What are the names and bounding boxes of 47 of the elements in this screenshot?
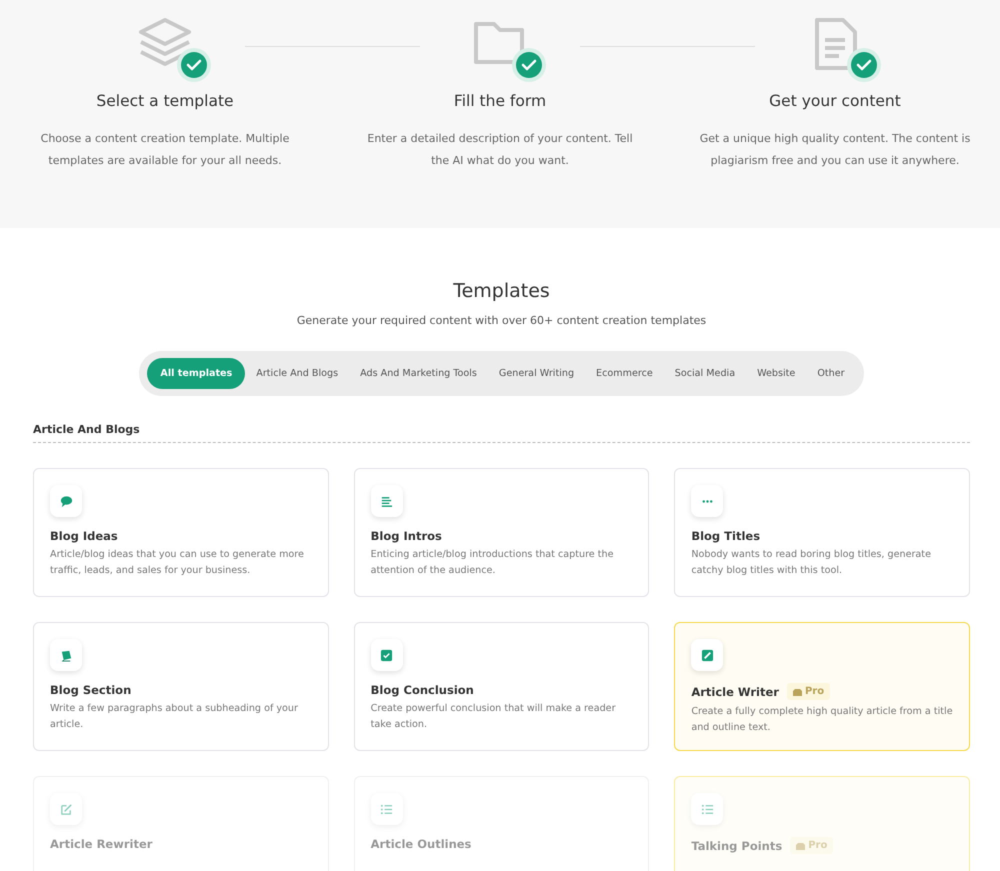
text-lines-icon [380, 494, 394, 508]
chat-bubble-icon [60, 494, 72, 508]
pencil-square-icon [700, 648, 714, 662]
category-tab[interactable]: Ecommerce [585, 358, 664, 389]
checkbox-icon [380, 648, 394, 662]
category-tab[interactable]: Ads And Marketing Tools [349, 358, 488, 389]
template-card[interactable]: Blog Intros Enticing article/blog introductions that capture the attention of the audience. [354, 468, 650, 597]
template-title: Blog Intros [370, 529, 442, 543]
step-description: Get a unique high quality content. The content is plagiarism free and you can use it anywhere. [698, 131, 972, 169]
edit-icon [60, 802, 72, 816]
template-description: Nobody wants to read boring blog titles, generate catchy blog titles with this tool. [691, 548, 932, 578]
step-title: Fill the form [454, 92, 546, 110]
template-title: Blog Titles [691, 529, 760, 543]
pro-badge: Pro [786, 683, 830, 700]
template-title: Blog Section [50, 683, 132, 697]
template-description: Write a few paragraphs about a subheading of your article. [50, 702, 299, 732]
template-description: Article/blog ideas that you can use to generate more traffic, leads, and sales for your business. [50, 548, 305, 578]
category-tab[interactable]: Article And Blogs [245, 358, 350, 389]
template-title: Article Rewriter [50, 837, 152, 851]
step-title: Get your content [769, 92, 901, 110]
step-description: Choose a content creation template. Multiple templates are available for your all needs. [40, 131, 290, 169]
template-title: Blog Ideas [50, 529, 118, 543]
template-title: Article Outlines [370, 837, 472, 851]
template-card[interactable]: Article Writer Pro Create a fully complete high quality article from a title and outline text. [674, 622, 970, 751]
pro-badge: Pro [790, 837, 834, 854]
category-heading: Article And Blogs [33, 423, 140, 436]
list-icon [380, 802, 394, 816]
template-title: Talking Points [691, 838, 782, 852]
template-title: Article Writer [691, 684, 779, 698]
template-card[interactable]: Blog Section Write a few paragraphs about a subheading of your article. [33, 622, 329, 751]
category-tab[interactable]: Social Media [664, 358, 746, 389]
category-tab[interactable]: General Writing [488, 358, 586, 389]
template-card[interactable]: Blog Conclusion Create powerful conclusion that will make a reader take action. [354, 622, 650, 751]
template-card[interactable]: Blog Ideas Article/blog ideas that you can use to generate more traffic, leads, and sales for your business. [33, 468, 329, 597]
category-tab[interactable]: All templates [147, 358, 246, 389]
list-icon [700, 802, 714, 816]
template-description: Create powerful conclusion that will make a reader take action. [370, 702, 617, 732]
section-title: Templates [453, 280, 550, 302]
step-title: Select a template [96, 92, 234, 110]
template-title: Blog Conclusion [370, 683, 474, 697]
section-subtitle: Generate your required content with over 60+ content creation templates [296, 314, 706, 327]
category-tab[interactable]: Website [746, 358, 806, 389]
template-card[interactable]: Blog Titles Nobody wants to read boring blog titles, generate catchy blog titles with this tool. [674, 468, 970, 597]
template-description: Enticing article/blog introductions that capture the attention of the audience. [370, 548, 615, 578]
category-tab[interactable]: Other [806, 358, 856, 389]
template-description: Create a fully complete high quality article from a title and outline text. [691, 705, 953, 735]
step-description: Enter a detailed description of your content. Tell the AI what do you want. [366, 131, 634, 169]
